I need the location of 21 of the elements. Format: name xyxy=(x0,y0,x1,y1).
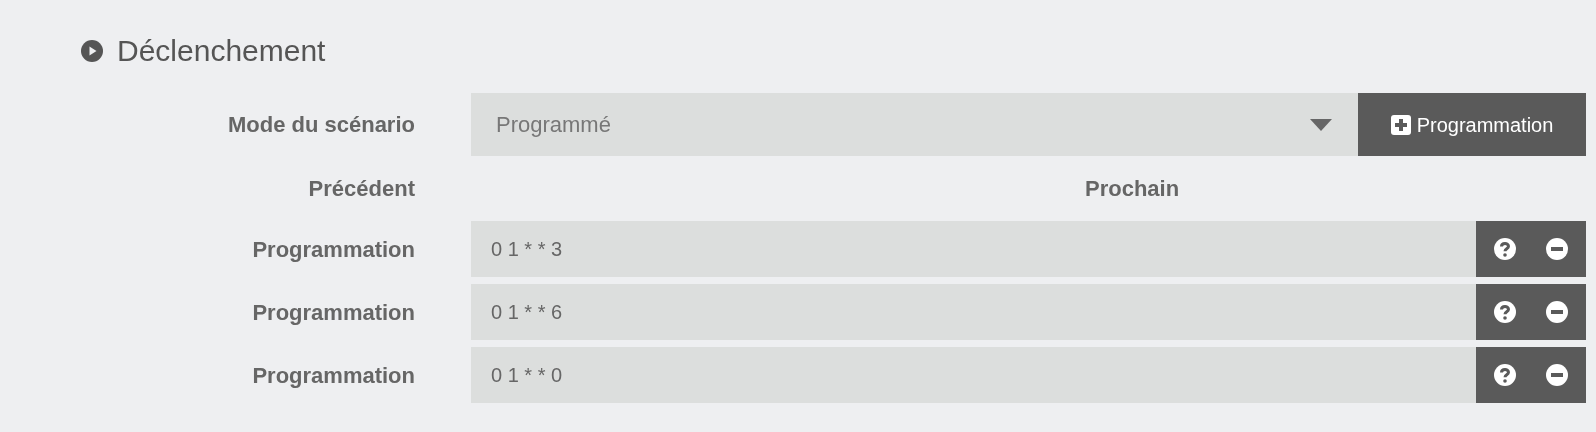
section-title: Déclenchement xyxy=(117,33,326,69)
schedule-input[interactable]: 0 1 * * 3 xyxy=(471,221,1476,277)
remove-icon[interactable] xyxy=(1545,363,1569,387)
help-icon[interactable] xyxy=(1493,237,1517,261)
help-icon[interactable] xyxy=(1493,300,1517,324)
field-label: Programmation xyxy=(252,298,415,327)
play-icon xyxy=(81,39,103,62)
field-label: Précédent xyxy=(308,174,415,203)
field-label: Programmation xyxy=(252,361,415,390)
mode-select[interactable]: Programmé xyxy=(471,93,1358,156)
field-label: Programmation xyxy=(252,235,415,264)
caret-icon xyxy=(1310,118,1332,131)
field-label: Mode du scénario xyxy=(227,111,415,139)
field-label: Prochain xyxy=(1085,175,1180,201)
schedule-input[interactable]: 0 1 * * 6 xyxy=(471,284,1476,340)
help-icon[interactable] xyxy=(1493,363,1517,387)
remove-icon[interactable] xyxy=(1545,300,1569,324)
remove-icon[interactable] xyxy=(1545,237,1569,261)
plus-square-icon xyxy=(1390,114,1411,135)
add-schedule-button[interactable]: Programmation xyxy=(1358,93,1586,156)
schedule-input[interactable]: 0 1 * * 0 xyxy=(471,347,1476,403)
